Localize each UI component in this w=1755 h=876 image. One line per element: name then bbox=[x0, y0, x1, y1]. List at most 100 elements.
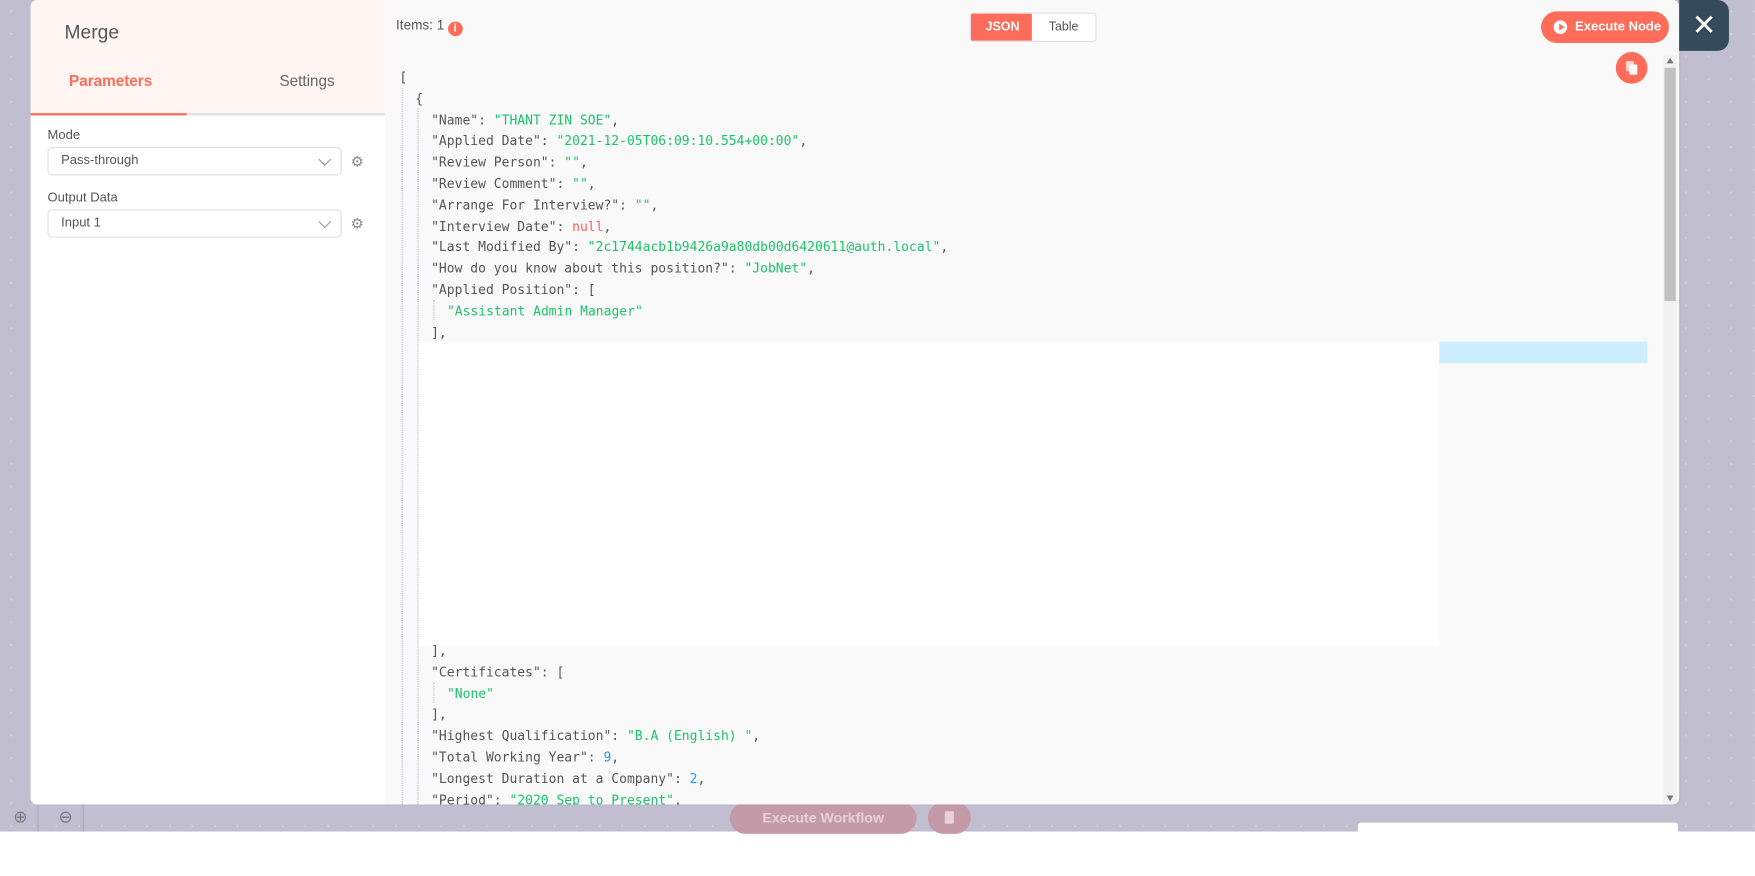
json-token: , bbox=[650, 196, 659, 213]
json-line: "Highest Qualification": "B.A (English) … bbox=[431, 726, 760, 746]
json-token: "Review Comment": bbox=[431, 175, 573, 192]
copy-button[interactable] bbox=[1615, 52, 1648, 84]
json-line: "Arrange For Interview?": "", bbox=[431, 194, 658, 214]
json-token: "" bbox=[572, 175, 588, 192]
json-token: "Assistant Admin Manager" bbox=[446, 303, 643, 319]
close-button[interactable]: ✕ bbox=[1679, 0, 1729, 51]
json-token: "2020 Sep to Present" bbox=[509, 791, 674, 805]
json-token: "Applied Position": [ bbox=[431, 281, 596, 298]
json-token: "2021-12-05T06:09:10.554+00:00" bbox=[556, 132, 800, 149]
execute-node-button[interactable]: Execute Node bbox=[1541, 11, 1669, 43]
output-data-value: Input 1 bbox=[61, 216, 101, 230]
json-line: "How do you know about this position?": … bbox=[431, 258, 815, 278]
json-token: ], bbox=[431, 642, 447, 659]
trash-icon bbox=[944, 811, 954, 824]
tab-parameters[interactable]: Parameters bbox=[69, 72, 152, 89]
json-token: , bbox=[579, 154, 588, 170]
execute-node-label: Execute Node bbox=[1575, 20, 1662, 34]
json-token: , bbox=[611, 749, 620, 765]
json-token: "" bbox=[634, 196, 651, 213]
json-token: "THANT ZIN SOE" bbox=[493, 111, 612, 128]
zoom-in-icon[interactable]: ⊕ bbox=[3, 803, 39, 832]
close-icon: ✕ bbox=[1691, 7, 1717, 42]
play-icon bbox=[1553, 20, 1568, 34]
gear-icon[interactable]: ⚙ bbox=[351, 153, 364, 171]
json-line: "None" bbox=[447, 683, 494, 703]
json-line: ], bbox=[431, 322, 447, 342]
delete-workflow-button[interactable] bbox=[927, 802, 971, 834]
json-line: [ bbox=[399, 67, 407, 87]
tab-settings[interactable]: Settings bbox=[279, 72, 334, 89]
json-token: "Highest Qualification": bbox=[431, 727, 627, 744]
json-line: "Review Comment": "", bbox=[431, 173, 596, 193]
json-line: ], bbox=[431, 640, 447, 660]
json-line: "Assistant Admin Manager" bbox=[447, 301, 643, 321]
json-token: , bbox=[673, 791, 682, 805]
view-toggle: JSON Table bbox=[969, 12, 1097, 42]
json-token: [ bbox=[399, 69, 408, 85]
json-token: , bbox=[697, 770, 706, 787]
json-token: , bbox=[603, 217, 612, 234]
json-line: "Period": "2020 Sep to Present", bbox=[431, 789, 682, 805]
json-line: "Applied Position": [ bbox=[431, 279, 596, 299]
selection-highlight bbox=[1439, 341, 1648, 364]
json-token: "Longest Duration at a Company": bbox=[431, 770, 690, 787]
json-token: "Review Person": bbox=[431, 154, 565, 170]
json-token: "Period": bbox=[431, 791, 510, 805]
json-line: "Review Person": "", bbox=[431, 152, 588, 172]
json-token: ], bbox=[431, 324, 447, 341]
json-line: "Longest Duration at a Company": 2, bbox=[431, 768, 705, 788]
json-line: "Last Modified By": "2c1744acb1b9426a9a8… bbox=[431, 237, 948, 257]
json-token: , bbox=[752, 727, 761, 744]
json-token: "None" bbox=[446, 685, 494, 702]
json-line: "Interview Date": null, bbox=[431, 216, 611, 236]
gear-icon[interactable]: ⚙ bbox=[351, 215, 364, 233]
json-line: "Name": "THANT ZIN SOE", bbox=[431, 109, 619, 129]
json-token: "Arrange For Interview?": bbox=[431, 196, 635, 213]
table-view-button[interactable]: Table bbox=[1031, 13, 1096, 41]
output-data-select[interactable]: Input 1 bbox=[47, 209, 342, 238]
json-token: "Applied Date": bbox=[431, 132, 557, 149]
json-token: , bbox=[807, 260, 815, 277]
json-line: "Certificates": [ bbox=[431, 662, 564, 682]
json-token: "" bbox=[564, 154, 580, 170]
json-token: , bbox=[940, 239, 949, 256]
info-icon[interactable]: i bbox=[447, 21, 463, 37]
json-token: { bbox=[415, 90, 424, 107]
json-line: { bbox=[415, 88, 423, 108]
chevron-down-icon bbox=[318, 153, 332, 166]
json-line: "Applied Date": "2021-12-05T06:09:10.554… bbox=[431, 131, 807, 151]
tab-underline bbox=[30, 113, 385, 116]
node-modal: Merge Parameters Settings Mode Pass-thro… bbox=[30, 0, 1680, 805]
execute-workflow-button[interactable]: Execute Workflow bbox=[729, 802, 917, 834]
output-data-label: Output Data bbox=[47, 191, 118, 205]
zoom-out-icon[interactable]: ⊖ bbox=[49, 803, 84, 832]
output-panel: Items: 1i JSON Table Execute Node [{"Nam… bbox=[384, 0, 1680, 805]
scrollbar[interactable] bbox=[1663, 54, 1677, 805]
canvas-panel bbox=[1357, 822, 1679, 876]
json-token: null bbox=[572, 217, 604, 234]
json-token: , bbox=[587, 175, 596, 192]
json-token: , bbox=[611, 111, 620, 128]
mode-label: Mode bbox=[47, 128, 81, 143]
json-token: "JobNet" bbox=[744, 260, 808, 277]
parameters-panel: Merge Parameters Settings Mode Pass-thro… bbox=[30, 0, 385, 805]
chevron-down-icon bbox=[318, 215, 332, 229]
json-token: "How do you know about this position?": bbox=[431, 260, 745, 277]
json-viewer: [{"Name": "THANT ZIN SOE", "Applied Date"… bbox=[385, 0, 1648, 804]
blank-render-area bbox=[418, 341, 1440, 647]
mode-value: Pass-through bbox=[61, 153, 139, 168]
json-token: "Certificates": [ bbox=[431, 663, 565, 680]
json-token: ], bbox=[431, 706, 447, 723]
json-token: "Total Working Year": bbox=[431, 749, 604, 765]
panel-header: Merge Parameters Settings bbox=[30, 0, 385, 114]
node-title: Merge bbox=[64, 21, 120, 43]
json-token: "Last Modified By": bbox=[431, 239, 588, 256]
json-token: "B.A (English) " bbox=[626, 727, 753, 744]
json-token: "Interview Date": bbox=[431, 217, 573, 234]
json-token: "Name": bbox=[431, 111, 494, 128]
json-view-button[interactable]: JSON bbox=[970, 13, 1032, 41]
mode-select[interactable]: Pass-through bbox=[47, 147, 342, 176]
json-line: ], bbox=[431, 704, 447, 724]
json-token: , bbox=[799, 132, 808, 149]
